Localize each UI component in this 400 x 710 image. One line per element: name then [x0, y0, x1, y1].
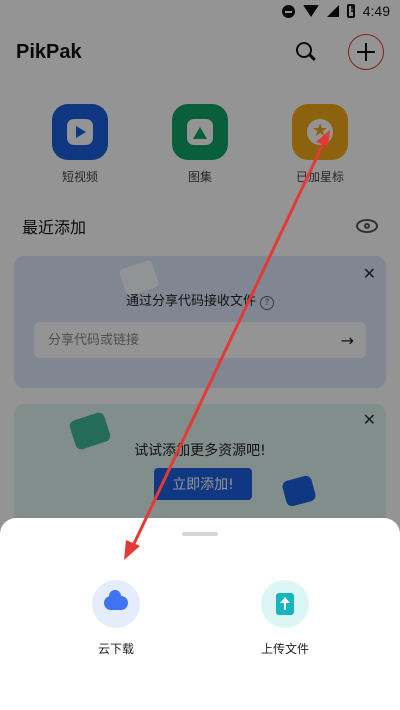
upload-file-action[interactable]: 上传文件: [235, 580, 335, 657]
upload-file-label: 上传文件: [260, 642, 309, 656]
upload-icon-bg: [261, 580, 309, 628]
cloud-link-icon: [104, 590, 128, 610]
cloud-download-action[interactable]: 云下载: [66, 580, 166, 657]
cloud-download-label: 云下载: [97, 642, 134, 656]
bottom-sheet: 云下载 上传文件: [0, 518, 400, 710]
cloud-download-icon-bg: [92, 580, 140, 628]
upload-icon: [276, 593, 294, 615]
screen: 4:49 PikPak 短视频 图集 已加星标 最近添加 ✕ 通过分享代码接收文…: [0, 0, 400, 710]
sheet-handle[interactable]: [182, 532, 218, 536]
